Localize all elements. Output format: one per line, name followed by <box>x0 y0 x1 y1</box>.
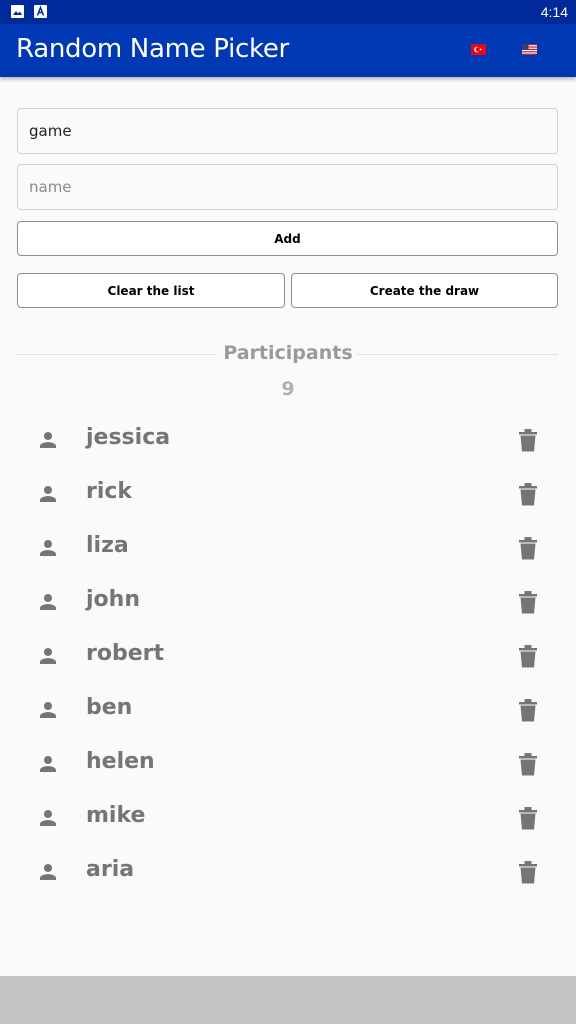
person-icon <box>40 864 56 880</box>
navigation-bar <box>0 976 576 1024</box>
person-icon <box>40 594 56 610</box>
participant-name: ben <box>86 695 133 720</box>
game-field-value: game <box>29 122 72 140</box>
person-icon <box>40 432 56 448</box>
list-item: john <box>0 575 576 629</box>
delete-icon[interactable] <box>516 427 540 453</box>
list-item: ben <box>0 683 576 737</box>
delete-icon[interactable] <box>516 697 540 723</box>
list-item: mike <box>0 791 576 845</box>
delete-icon[interactable] <box>516 589 540 615</box>
participant-name: aria <box>86 857 135 882</box>
delete-icon[interactable] <box>516 751 540 777</box>
participant-name: liza <box>86 533 129 558</box>
person-icon <box>40 540 56 556</box>
participant-list: jessica rick liza john robert ben helen … <box>0 413 576 899</box>
participant-name: helen <box>86 749 155 774</box>
status-bar: 4:14 <box>0 0 576 24</box>
status-time: 4:14 <box>540 4 568 20</box>
person-icon <box>40 486 56 502</box>
name-field[interactable]: name <box>17 164 558 210</box>
list-item: jessica <box>0 413 576 467</box>
delete-icon[interactable] <box>516 805 540 831</box>
participant-name: john <box>86 587 140 612</box>
list-item: robert <box>0 629 576 683</box>
image-icon <box>11 5 24 18</box>
list-item: aria <box>0 845 576 899</box>
name-field-placeholder: name <box>29 178 72 196</box>
person-icon <box>40 810 56 826</box>
list-item: rick <box>0 467 576 521</box>
turkey-flag-icon[interactable] <box>471 44 486 55</box>
list-item: liza <box>0 521 576 575</box>
clear-list-button[interactable]: Clear the list <box>17 273 285 308</box>
delete-icon[interactable] <box>516 859 540 885</box>
participant-name: mike <box>86 803 146 828</box>
usa-flag-icon[interactable] <box>522 44 537 55</box>
app-bar: Random Name Picker <box>0 24 576 77</box>
text-badge-icon <box>34 5 47 18</box>
app-title: Random Name Picker <box>16 34 289 64</box>
person-icon <box>40 648 56 664</box>
participant-name: robert <box>86 641 164 666</box>
participants-title: Participants <box>223 342 353 364</box>
participants-count: 9 <box>281 378 295 400</box>
delete-icon[interactable] <box>516 481 540 507</box>
participant-name: rick <box>86 479 133 504</box>
participant-name: jessica <box>86 425 171 450</box>
delete-icon[interactable] <box>516 643 540 669</box>
add-button[interactable]: Add <box>17 221 558 256</box>
create-draw-button[interactable]: Create the draw <box>291 273 558 308</box>
person-icon <box>40 702 56 718</box>
delete-icon[interactable] <box>516 535 540 561</box>
list-item: helen <box>0 737 576 791</box>
person-icon <box>40 756 56 772</box>
game-field[interactable]: game <box>17 108 558 154</box>
